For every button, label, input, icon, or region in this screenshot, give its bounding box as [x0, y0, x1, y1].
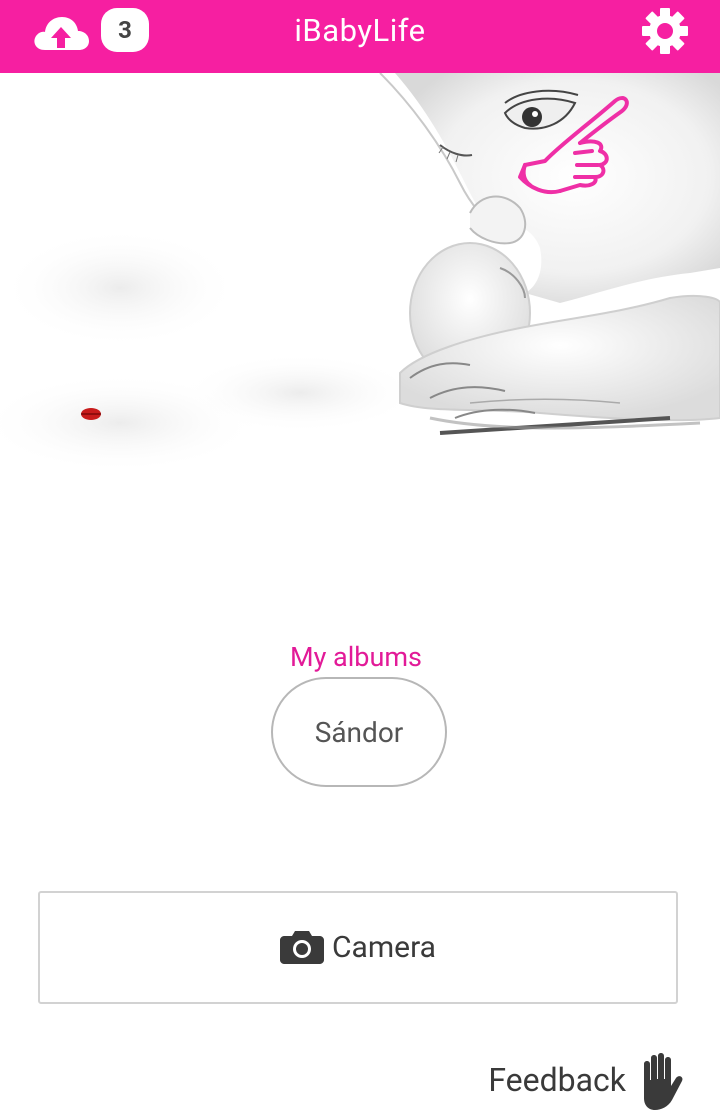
my-albums-heading: My albums — [290, 641, 422, 673]
feedback-label: Feedback — [488, 1061, 626, 1099]
hero-baby-image — [0, 73, 720, 513]
gear-icon[interactable] — [640, 6, 690, 56]
feedback-button[interactable]: Feedback — [488, 1048, 686, 1112]
camera-label: Camera — [332, 930, 436, 965]
camera-icon — [280, 930, 325, 964]
app-header: 3 iBabyLife — [0, 0, 720, 73]
camera-button[interactable]: Camera — [38, 891, 678, 1004]
album-button-sandor[interactable]: Sándor — [271, 677, 447, 787]
app-title: iBabyLife — [294, 12, 426, 49]
hand-icon — [644, 1053, 683, 1110]
